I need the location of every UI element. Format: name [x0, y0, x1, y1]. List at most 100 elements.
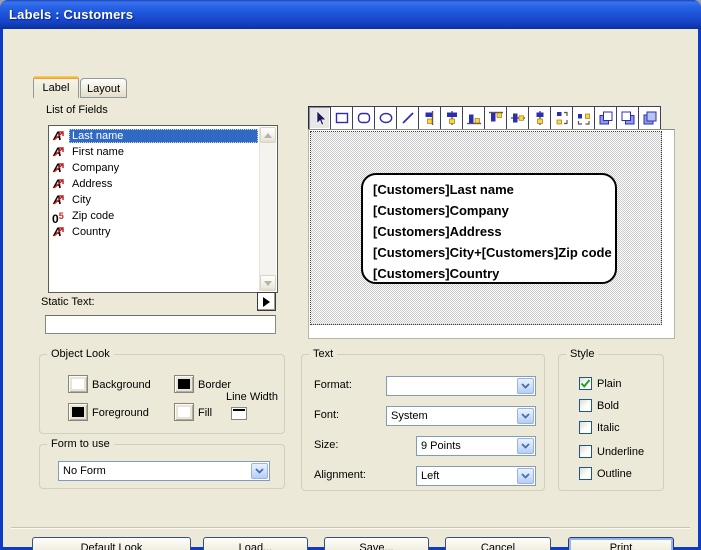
- field-item-label: Address: [69, 177, 258, 191]
- label-design-canvas[interactable]: [Customers]Last name [Customers]Company …: [310, 131, 662, 325]
- checkbox-underline[interactable]: [579, 445, 592, 458]
- checkbox-bold[interactable]: [579, 399, 592, 412]
- alpha-field-icon: A: [52, 145, 67, 159]
- field-item-address[interactable]: A Address: [50, 176, 258, 192]
- font-select[interactable]: System: [386, 406, 536, 426]
- list-of-fields-heading: List of Fields: [46, 104, 108, 116]
- align-right-icon: [422, 110, 438, 126]
- line-width-label: Line Width: [226, 391, 278, 403]
- dialog-body: Label Layout List of Fields A Last name …: [3, 29, 698, 547]
- size-select[interactable]: 9 Points: [416, 436, 536, 456]
- field-item-last-name[interactable]: A Last name: [50, 128, 258, 144]
- foreground-color-well[interactable]: [68, 403, 88, 421]
- form-select[interactable]: No Form: [58, 461, 270, 481]
- pointer-icon: [312, 110, 328, 126]
- print-button[interactable]: Print: [568, 537, 674, 550]
- alignment-select[interactable]: Left: [416, 466, 536, 486]
- right-triangle-icon: [263, 297, 270, 307]
- tool-select-pointer[interactable]: [308, 106, 331, 130]
- field-item-zip-code[interactable]: 05 Zip code: [50, 208, 258, 224]
- footer-divider: [11, 527, 690, 529]
- default-look-button[interactable]: Default Look: [32, 537, 191, 550]
- fields-list-scrollbar[interactable]: [259, 127, 276, 291]
- load-button[interactable]: Load...: [203, 537, 308, 550]
- label-field-line: [Customers]Company: [373, 200, 615, 221]
- field-item-label: First name: [69, 145, 258, 159]
- text-group: Text Format: Font: System Size: 9 Points…: [301, 354, 545, 491]
- checkbox-outline[interactable]: [579, 467, 592, 480]
- tab-label[interactable]: Label: [33, 76, 79, 98]
- insert-static-text-button[interactable]: [257, 292, 276, 311]
- field-item-company[interactable]: A Company: [50, 160, 258, 176]
- title-bar: Labels : Customers: [0, 0, 701, 29]
- static-text-heading: Static Text:: [41, 296, 95, 308]
- alpha-field-icon: A: [52, 177, 67, 191]
- red-arrow-glyph: [52, 129, 67, 143]
- move-behind-icon: [642, 110, 658, 126]
- alpha-field-icon: A: [52, 129, 67, 143]
- tool-rectangle[interactable]: [330, 106, 353, 130]
- text-caption: Text: [309, 348, 337, 360]
- border-label: Border: [198, 379, 231, 391]
- fields-list: A Last name A First name A: [50, 128, 258, 240]
- tool-align-bottom[interactable]: [462, 106, 485, 130]
- tool-align-left[interactable]: [528, 106, 551, 130]
- field-item-country[interactable]: A Country: [50, 224, 258, 240]
- chevron-down-icon[interactable]: [251, 463, 268, 479]
- tool-distribute-vertically[interactable]: [550, 106, 573, 130]
- align-horizontal-center-icon: [444, 110, 460, 126]
- tool-align-vertical-center[interactable]: [506, 106, 529, 130]
- background-label: Background: [92, 379, 151, 391]
- alignment-label: Alignment:: [314, 469, 366, 481]
- background-color-well[interactable]: [68, 375, 88, 393]
- checkbox-plain[interactable]: [579, 377, 592, 390]
- tab-layout[interactable]: Layout: [80, 78, 127, 98]
- foreground-label: Foreground: [92, 407, 149, 419]
- distribute-horizontally-icon: [576, 110, 592, 126]
- outline-label: Outline: [597, 468, 632, 480]
- static-text-input[interactable]: [45, 315, 276, 334]
- field-item-city[interactable]: A City: [50, 192, 258, 208]
- plain-label: Plain: [597, 378, 621, 390]
- label-field-line: [Customers]Country: [373, 263, 615, 284]
- label-object[interactable]: [Customers]Last name [Customers]Company …: [361, 173, 617, 284]
- style-caption: Style: [566, 348, 598, 360]
- fields-listbox[interactable]: A Last name A First name A: [48, 125, 278, 293]
- object-look-caption: Object Look: [47, 348, 114, 360]
- save-button[interactable]: Save...: [324, 537, 429, 550]
- tool-distribute-horizontally[interactable]: [572, 106, 595, 130]
- fill-color-well[interactable]: [174, 403, 194, 421]
- chevron-down-icon[interactable]: [517, 408, 534, 424]
- tool-align-top[interactable]: [484, 106, 507, 130]
- scroll-up-icon[interactable]: [260, 127, 276, 143]
- drawing-toolbar: [308, 106, 661, 130]
- tool-bring-to-front[interactable]: [594, 106, 617, 130]
- tool-send-to-back[interactable]: [616, 106, 639, 130]
- distribute-vertically-icon: [554, 110, 570, 126]
- align-bottom-icon: [466, 110, 482, 126]
- line-width-selector[interactable]: [231, 407, 247, 420]
- chevron-down-icon[interactable]: [517, 468, 534, 484]
- italic-label: Italic: [597, 422, 620, 434]
- tool-rounded-rectangle[interactable]: [352, 106, 375, 130]
- form-to-use-caption: Form to use: [47, 438, 114, 450]
- tool-move-behind[interactable]: [638, 106, 661, 130]
- tool-align-right[interactable]: [418, 106, 441, 130]
- border-color-well[interactable]: [174, 375, 194, 393]
- chevron-down-icon[interactable]: [517, 438, 534, 454]
- scroll-down-icon[interactable]: [260, 275, 276, 291]
- format-select[interactable]: [386, 376, 536, 396]
- checkbox-italic[interactable]: [579, 421, 592, 434]
- tool-align-horizontal-center[interactable]: [440, 106, 463, 130]
- tool-oval[interactable]: [374, 106, 397, 130]
- labels-dialog-window: Labels : Customers Label Layout List of …: [0, 0, 701, 550]
- alpha-field-icon: A: [52, 161, 67, 175]
- font-label: Font:: [314, 409, 339, 421]
- size-select-value: 9 Points: [417, 440, 516, 452]
- field-item-first-name[interactable]: A First name: [50, 144, 258, 160]
- chevron-down-icon[interactable]: [517, 378, 534, 394]
- check-icon: [580, 378, 591, 389]
- tool-line[interactable]: [396, 106, 419, 130]
- format-label: Format:: [314, 379, 352, 391]
- cancel-button[interactable]: Cancel: [445, 537, 551, 550]
